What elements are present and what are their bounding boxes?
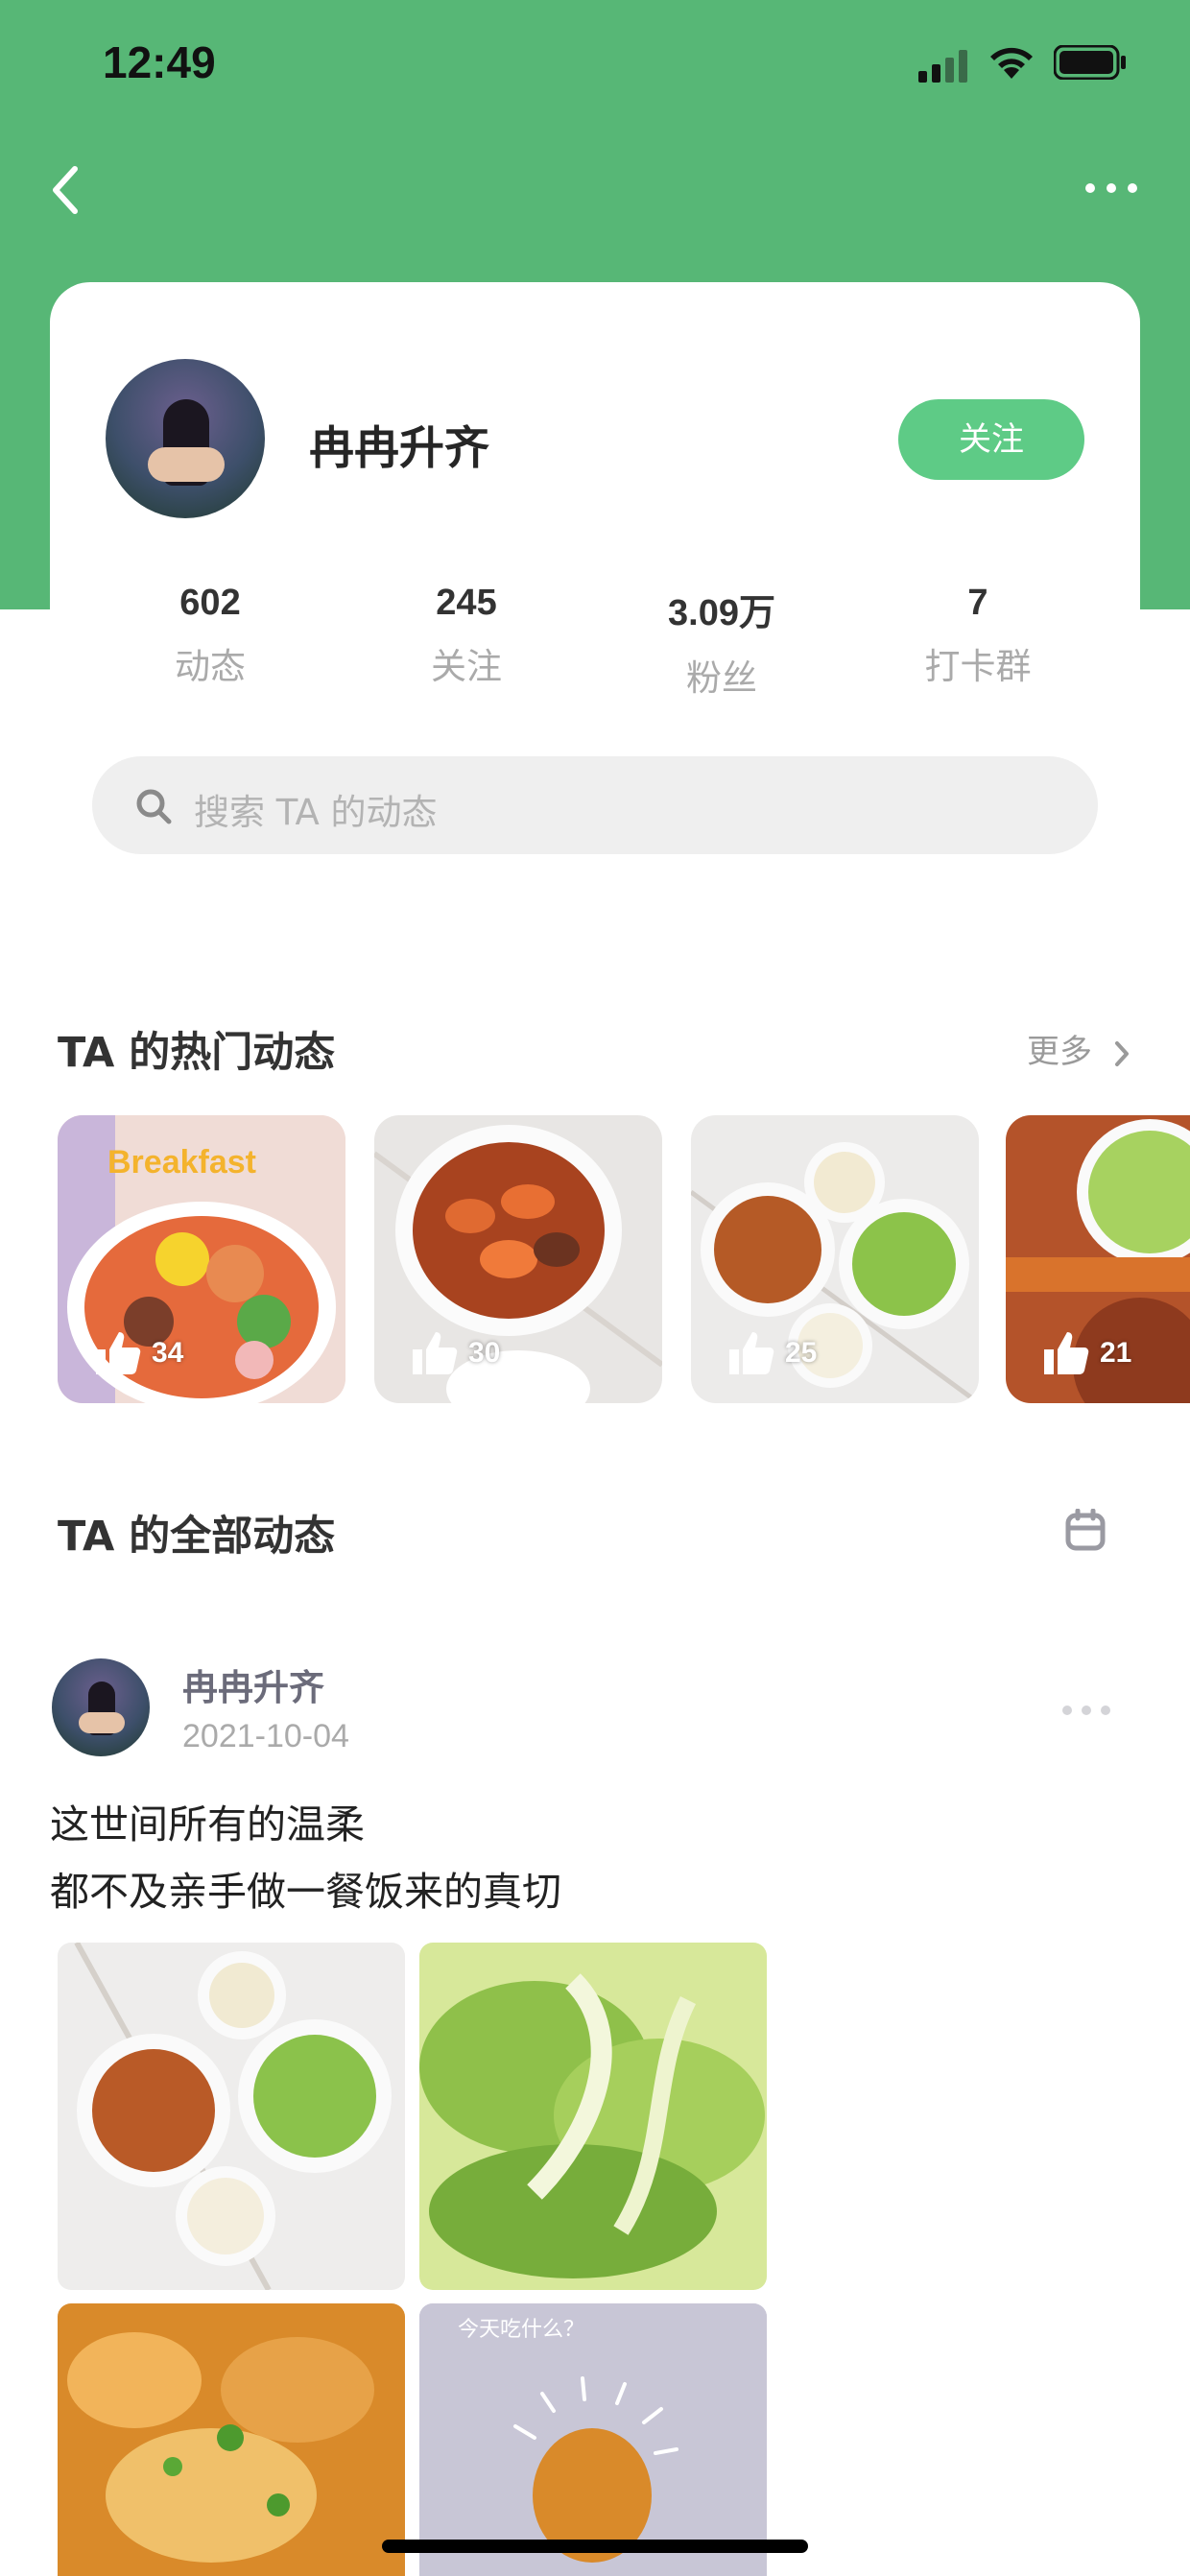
stat-checkin-groups[interactable]: 7 打卡群 [872,583,1083,689]
hot-post-thumbnail[interactable]: 25 [691,1115,979,1403]
like-count: 25 [726,1328,817,1378]
status-time: 12:49 [103,37,216,87]
post-text-line: 都不及亲手做一餐饭来的真切 [50,1869,561,1915]
battery-icon [1054,45,1126,80]
stat-label: 动态 [175,646,246,687]
hot-posts-title: TA 的热门动态 [58,1029,336,1077]
profile-card [50,282,1140,820]
chevron-right-icon [1114,1040,1129,1066]
stat-label: 关注 [431,646,502,687]
post-author-avatar[interactable] [52,1658,150,1756]
post-image[interactable] [419,1943,767,2290]
stat-value: 3.09万 [668,593,775,633]
like-count: 30 [409,1328,500,1378]
more-label: 更多 [1027,1033,1092,1071]
more-icon[interactable] [1083,179,1140,198]
post-date: 2021-10-04 [182,1718,349,1754]
post-author-name[interactable]: 冉冉升齐 [182,1658,324,1710]
like-count-value: 25 [785,1337,818,1369]
like-count: 34 [92,1328,183,1378]
hot-post-thumbnail[interactable]: Breakfast 34 [58,1115,345,1403]
wifi-icon [990,47,1033,79]
hot-post-thumbnail[interactable]: 21 [1006,1115,1190,1403]
stat-following[interactable]: 245 关注 [361,583,572,689]
stat-label: 粉丝 [686,657,757,699]
avatar[interactable] [106,359,265,518]
search-placeholder: 搜索 TA 的动态 [194,792,438,833]
thumbnail-caption: Breakfast [107,1144,256,1181]
post-image[interactable] [58,2303,405,2576]
profile-stats: 602 动态 245 关注 3.09万 粉丝 7 打卡群 [0,583,1190,701]
stat-label: 打卡群 [924,646,1032,687]
like-count-value: 21 [1100,1337,1132,1369]
post-text-line: 这世间所有的温柔 [50,1801,365,1848]
thumbs-up-icon [1044,1332,1089,1374]
thumbs-up-icon [729,1332,774,1374]
post-text: 这世间所有的温柔 都不及亲手做一餐饭来的真切 [50,1791,561,1925]
stat-posts[interactable]: 602 动态 [105,583,316,689]
search-icon [136,789,172,824]
post-image[interactable] [58,1943,405,2290]
stat-value: 602 [179,583,241,623]
cellular-signal-icon [918,50,967,83]
like-count-value: 34 [152,1337,184,1369]
thumbs-up-icon [413,1332,458,1374]
profile-username: 冉冉升齐 [309,422,489,475]
post-more-icon[interactable] [1059,1703,1113,1718]
stat-followers[interactable]: 3.09万 粉丝 [616,583,827,701]
search-input[interactable]: 搜索 TA 的动态 [92,756,1098,854]
image-caption: 今天吃什么？ [458,2318,584,2342]
post-image[interactable]: 今天吃什么？ [419,2303,767,2576]
stat-value: 245 [436,583,497,623]
stat-value: 7 [967,583,988,623]
hot-post-thumbnail[interactable]: 30 [374,1115,662,1403]
like-count: 21 [1040,1328,1131,1378]
follow-button[interactable]: 关注 [898,399,1084,480]
all-posts-title: TA 的全部动态 [58,1513,336,1561]
home-indicator [382,2540,808,2553]
calendar-icon[interactable] [1065,1509,1106,1551]
more-link[interactable]: 更多 [1027,1025,1131,1072]
thumbs-up-icon [96,1332,141,1374]
back-icon[interactable] [46,161,84,219]
like-count-value: 30 [468,1337,501,1369]
